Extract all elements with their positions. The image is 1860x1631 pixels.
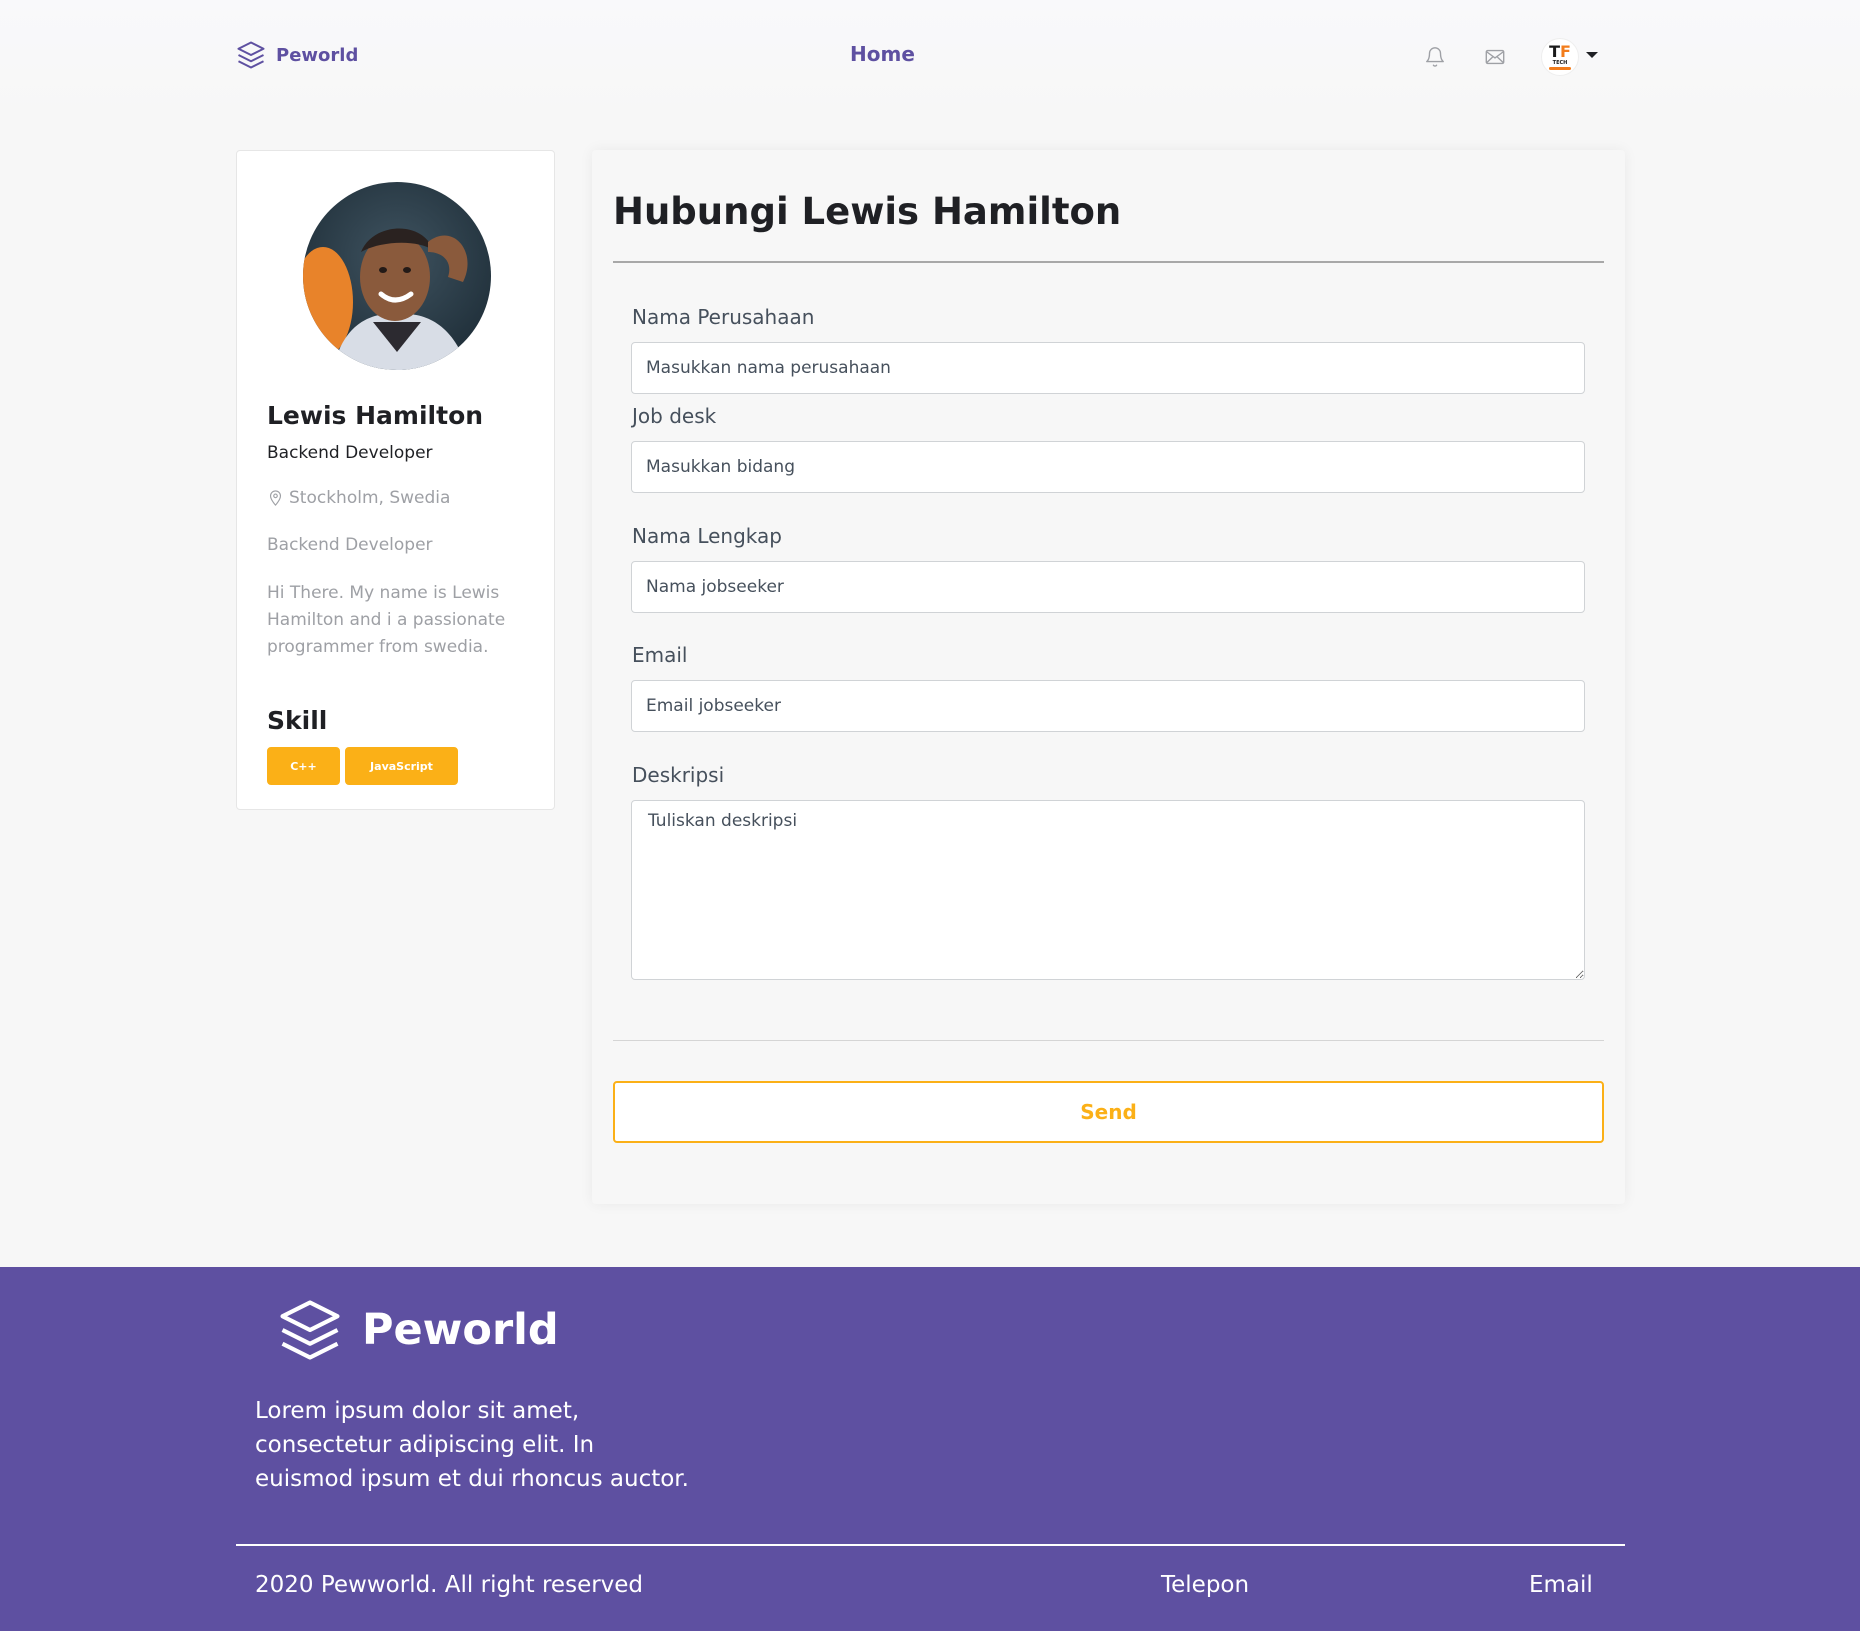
- email-input[interactable]: [631, 680, 1585, 732]
- profile-location-text: Stockholm, Swedia: [289, 488, 451, 508]
- footer-description: Lorem ipsum dolor sit amet, consectetur …: [255, 1398, 689, 1492]
- company-logo-sub: TECH: [1552, 60, 1568, 66]
- mail-icon: [1485, 49, 1505, 65]
- caret-down-icon[interactable]: [1586, 52, 1598, 58]
- bell-icon: [1426, 47, 1444, 67]
- jobdesk-label: Job desk: [632, 404, 717, 428]
- company-input[interactable]: [631, 342, 1585, 394]
- user-avatar[interactable]: TF TECH: [1541, 38, 1579, 76]
- map-pin-icon: [269, 490, 282, 506]
- contact-form-card: Hubungi Lewis Hamilton Nama Perusahaan J…: [592, 150, 1625, 1204]
- brand-name: Peworld: [276, 44, 359, 66]
- footer-link-telepon[interactable]: Telepon: [1161, 1572, 1249, 1598]
- jobdesk-input[interactable]: [631, 441, 1585, 493]
- footer-copyright: 2020 Pewworld. All right reserved: [255, 1572, 644, 1598]
- profile-name: Lewis Hamilton: [267, 401, 484, 430]
- footer-divider: [236, 1544, 1625, 1546]
- profile-bio: Hi There. My name is Lewis Hamilton and …: [267, 583, 506, 657]
- divider: [613, 261, 1604, 263]
- email-label: Email: [632, 643, 688, 667]
- profile-card: Lewis Hamilton Backend Developer Stockho…: [236, 150, 555, 810]
- notifications-button[interactable]: [1422, 44, 1448, 70]
- company-label: Nama Perusahaan: [632, 305, 815, 329]
- skill-badge: JavaScript: [345, 747, 458, 785]
- description-textarea[interactable]: [631, 800, 1585, 980]
- fullname-input[interactable]: [631, 561, 1585, 613]
- profile-job-type: Backend Developer: [267, 535, 433, 555]
- layers-icon: [280, 1300, 340, 1360]
- send-button[interactable]: Send: [613, 1081, 1604, 1143]
- skill-title: Skill: [267, 706, 328, 735]
- layers-icon: [237, 41, 265, 69]
- footer-brand-name: Peworld: [362, 1305, 559, 1355]
- company-logo: TF: [1549, 42, 1571, 61]
- brand-logo[interactable]: Peworld: [236, 40, 358, 70]
- footer: Peworld Lorem ipsum dolor sit amet, cons…: [0, 1267, 1860, 1631]
- form-title: Hubungi Lewis Hamilton: [613, 190, 1122, 233]
- skill-badge: C++: [267, 747, 340, 785]
- description-label: Deskripsi: [632, 763, 725, 787]
- fullname-label: Nama Lengkap: [632, 524, 782, 548]
- nav-home-link[interactable]: Home: [850, 42, 915, 66]
- profile-photo: [303, 182, 491, 370]
- divider: [613, 1040, 1604, 1041]
- navbar: Peworld Home TF TECH: [0, 0, 1860, 113]
- logo-bar: [1549, 67, 1571, 70]
- footer-brand: Peworld: [276, 1297, 559, 1363]
- messages-button[interactable]: [1482, 44, 1508, 70]
- skill-list: C++ JavaScript: [267, 747, 458, 785]
- profile-location: Stockholm, Swedia: [267, 488, 450, 508]
- profile-role: Backend Developer: [267, 443, 433, 463]
- footer-link-email[interactable]: Email: [1529, 1572, 1593, 1598]
